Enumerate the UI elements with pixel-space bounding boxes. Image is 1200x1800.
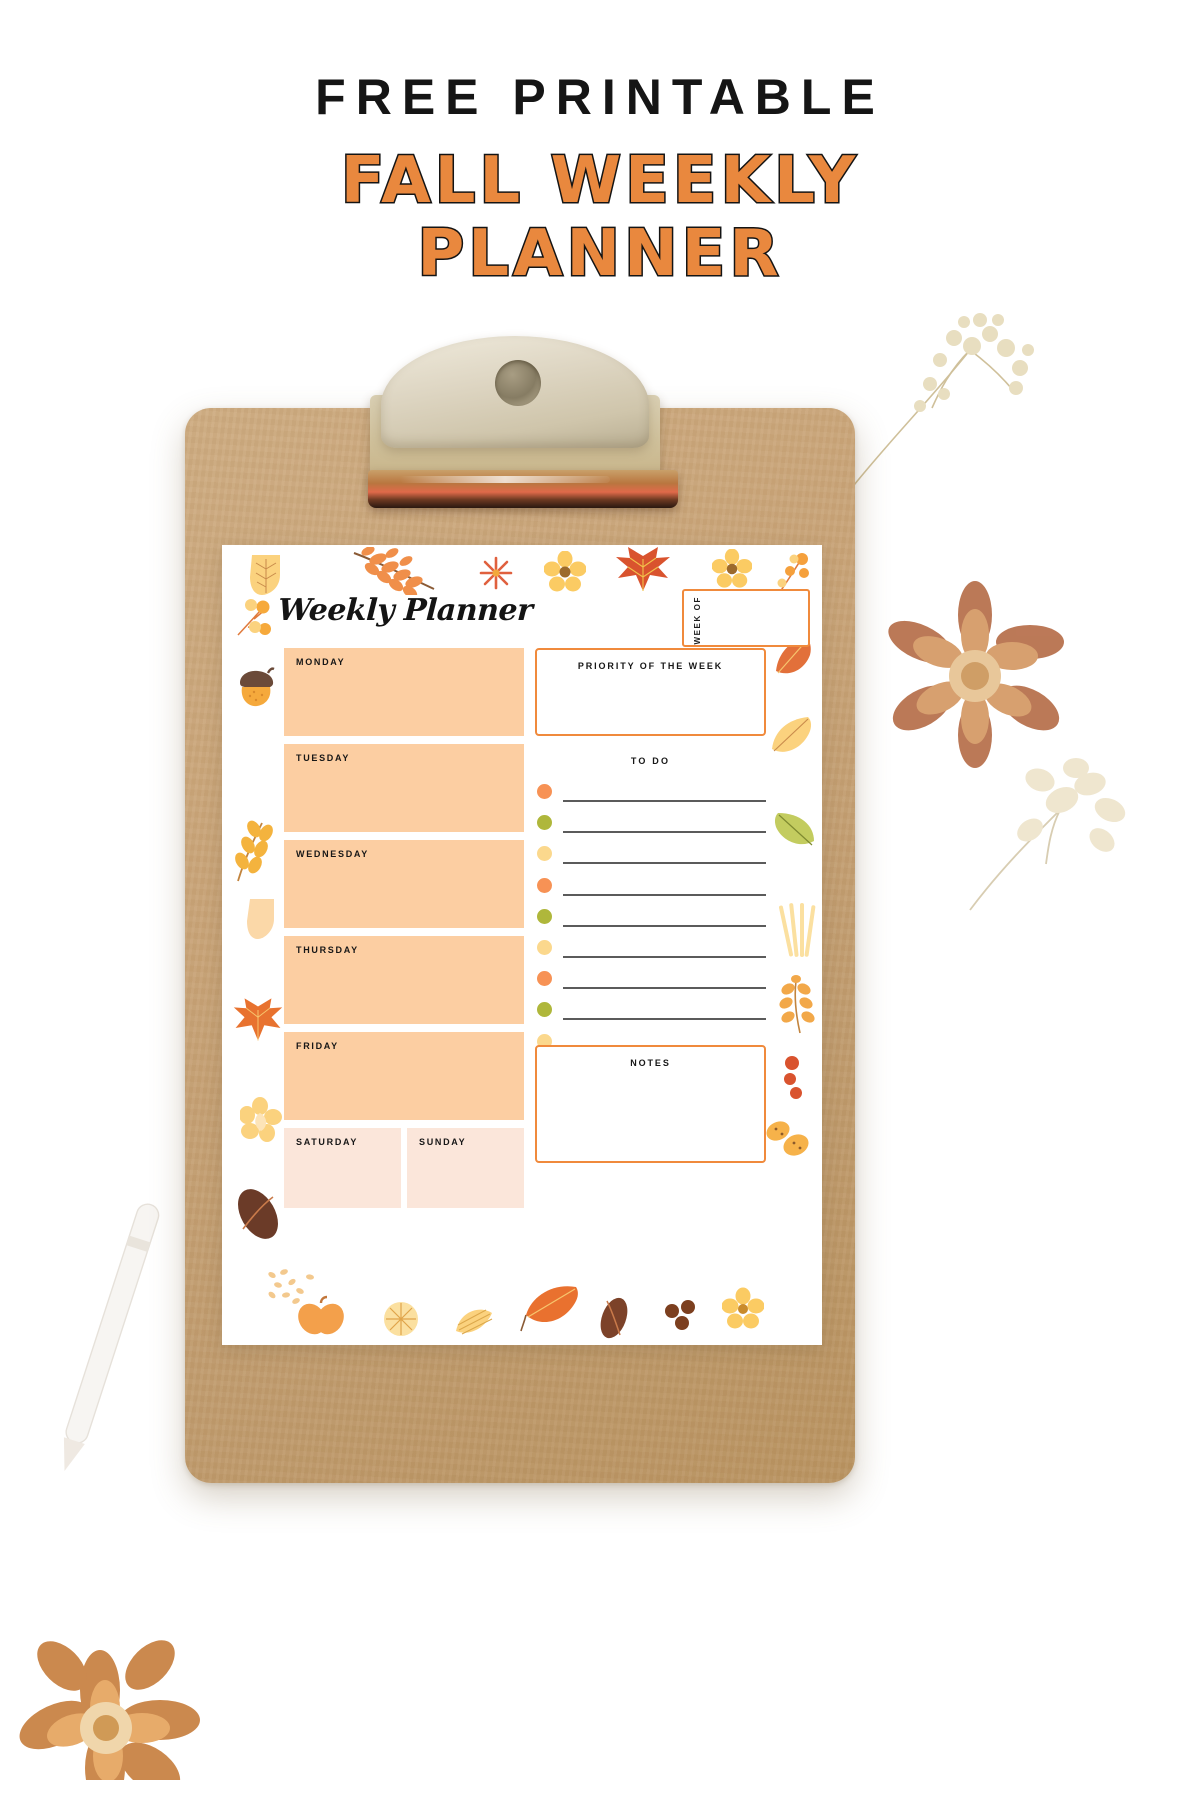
- todo-write-line[interactable]: [563, 1018, 766, 1021]
- leaf-icon: [520, 1286, 578, 1332]
- leaf-icon: [250, 555, 280, 595]
- day-block-sunday[interactable]: SUNDAY: [407, 1128, 524, 1208]
- flower-icon: [722, 1287, 764, 1329]
- wheat-sprig-icon: [235, 820, 273, 882]
- butterfly-icon: [766, 1121, 809, 1156]
- todo-write-line[interactable]: [563, 987, 766, 990]
- dried-flower-icon: [969, 758, 1126, 911]
- day-label: WEDNESDAY: [296, 849, 369, 859]
- star-flower-icon: [479, 556, 513, 590]
- todo-row[interactable]: [535, 812, 766, 843]
- berry-sprig-icon: [237, 599, 271, 636]
- todo-write-line[interactable]: [563, 955, 766, 958]
- todo-row[interactable]: [535, 843, 766, 874]
- cocoa-pod-icon: [238, 1189, 278, 1239]
- acorn-icon: [240, 667, 275, 707]
- day-block-saturday[interactable]: SATURDAY: [284, 1128, 401, 1208]
- week-of-field[interactable]: WEEK OF: [682, 589, 810, 647]
- day-label: FRIDAY: [296, 1041, 339, 1051]
- priority-of-the-week-field[interactable]: PRIORITY OF THE WEEK: [535, 648, 766, 736]
- week-of-label: WEEK OF: [692, 595, 702, 645]
- green-leaf-icon: [774, 813, 814, 846]
- ginkgo-leaf-icon: [456, 1309, 493, 1335]
- flower-icon: [712, 549, 752, 588]
- maple-leaf-icon: [616, 547, 670, 591]
- day-block-thursday[interactable]: THURSDAY: [284, 936, 524, 1024]
- flower-icon: [240, 1097, 282, 1142]
- todo-row[interactable]: [535, 906, 766, 937]
- notes-caption: NOTES: [630, 1058, 671, 1068]
- leaf-icon: [247, 899, 274, 939]
- day-label: MONDAY: [296, 657, 346, 667]
- todo-bullet-icon: [537, 877, 552, 893]
- todo-bullet-icon: [537, 815, 552, 831]
- todo-row[interactable]: [535, 875, 766, 906]
- day-label: SUNDAY: [419, 1137, 467, 1147]
- flower-icon: [544, 551, 586, 592]
- headline-line-3: PLANNER: [416, 217, 783, 292]
- planner-sheet: Weekly Planner WEEK OF MONDAY TUESDAY WE…: [222, 545, 822, 1345]
- day-label: SATURDAY: [296, 1137, 359, 1147]
- todo-bullet-icon: [537, 1002, 552, 1018]
- headline-block: FREE PRINTABLE FALL WEEKLY PLANNER: [0, 0, 1200, 320]
- todo-bullet-icon: [537, 846, 552, 862]
- todo-write-line[interactable]: [563, 893, 766, 896]
- day-block-friday[interactable]: FRIDAY: [284, 1032, 524, 1120]
- todo-bullet-icon: [537, 939, 552, 955]
- todo-row[interactable]: [535, 968, 766, 999]
- day-block-tuesday[interactable]: TUESDAY: [284, 744, 524, 832]
- todo-write-line[interactable]: [563, 800, 766, 802]
- todo-bullet-icon: [537, 784, 552, 799]
- berries-icon: [665, 1300, 695, 1330]
- todo-row[interactable]: [535, 999, 766, 1030]
- yellow-leaf-icon: [772, 717, 812, 752]
- todo-row[interactable]: [535, 937, 766, 968]
- planner-layout: Weekly Planner WEEK OF MONDAY TUESDAY WE…: [222, 545, 822, 1345]
- day-block-wednesday[interactable]: WEDNESDAY: [284, 840, 524, 928]
- todo-bullet-icon: [537, 908, 552, 924]
- berries-icon: [784, 1056, 802, 1099]
- cocoa-pod-icon: [600, 1297, 628, 1339]
- pumpkin-icon: [298, 1295, 344, 1335]
- fern-leaf-icon: [779, 975, 815, 1034]
- maple-leaf-icon: [233, 998, 283, 1041]
- flower-icon: [384, 1302, 418, 1336]
- day-label: THURSDAY: [296, 945, 359, 955]
- week-of-label-wrap: WEEK OF: [687, 591, 707, 649]
- todo-write-line[interactable]: [563, 862, 766, 865]
- todo-write-line[interactable]: [563, 831, 766, 834]
- todo-bullet-icon: [537, 971, 552, 987]
- branch-leaves-icon: [353, 547, 435, 595]
- clip-hole: [495, 360, 541, 406]
- priority-caption: PRIORITY OF THE WEEK: [577, 661, 724, 671]
- pen-icon: [63, 1203, 160, 1472]
- clip-shine: [400, 476, 610, 483]
- dried-flower-icon: [19, 1640, 200, 1780]
- photo-scene: Weekly Planner WEEK OF MONDAY TUESDAY WE…: [0, 280, 1200, 1800]
- todo-caption: TO DO: [630, 756, 671, 766]
- todo-row[interactable]: [535, 781, 766, 812]
- todo-write-line[interactable]: [563, 924, 766, 927]
- seeds-icon: [268, 1269, 314, 1304]
- headline-line-1: FREE PRINTABLE: [315, 69, 885, 125]
- day-label: TUESDAY: [296, 753, 351, 763]
- fern-leaf-icon: [779, 903, 816, 957]
- notes-field[interactable]: NOTES: [535, 1045, 766, 1163]
- planner-header-row: Weekly Planner WEEK OF: [277, 589, 810, 651]
- page-title: Weekly Planner: [277, 593, 534, 628]
- day-block-monday[interactable]: MONDAY: [284, 648, 524, 736]
- headline-line-2: FALL WEEKLY: [339, 144, 860, 218]
